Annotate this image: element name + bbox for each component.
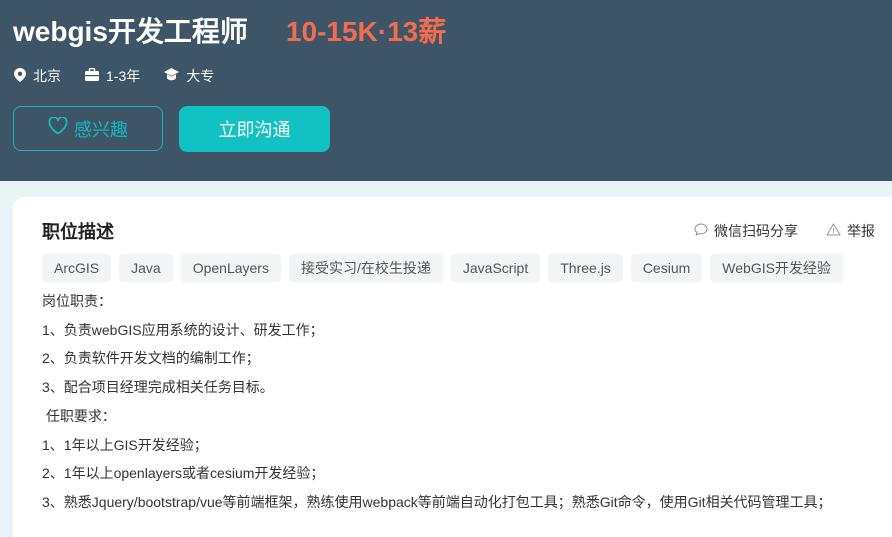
skill-tag: JavaScript bbox=[450, 254, 541, 282]
interest-button[interactable]: 感兴趣 bbox=[13, 106, 163, 151]
meta-degree: 大专 bbox=[164, 66, 214, 86]
card-actions: 微信扫码分享 举报 bbox=[694, 221, 875, 241]
job-meta: 北京 1-3年 大专 bbox=[14, 66, 238, 86]
skill-tag: Three.js bbox=[548, 254, 623, 282]
skill-tag: OpenLayers bbox=[180, 254, 281, 282]
description-line: 任职要求： bbox=[42, 407, 116, 424]
skill-tag: WebGIS开发经验 bbox=[710, 254, 843, 282]
skill-tag: Java bbox=[119, 254, 173, 282]
meta-city: 北京 bbox=[14, 66, 61, 86]
description-line: 3、熟悉Jquery/bootstrap/vue等前端框架，熟练使用webpac… bbox=[42, 493, 832, 510]
chat-now-button-label: 立即沟通 bbox=[218, 120, 291, 140]
meta-city-text: 北京 bbox=[33, 68, 61, 84]
heart-icon bbox=[48, 116, 74, 140]
job-description-text: 岗位职责： 1、负责webGIS应用系统的设计、研发工作； 2、负责软件开发文档… bbox=[42, 287, 862, 517]
report-label: 举报 bbox=[847, 223, 875, 239]
description-line: 2、负责软件开发文档的编制工作； bbox=[42, 350, 260, 367]
chat-bubble-icon bbox=[694, 223, 714, 239]
warning-icon bbox=[826, 223, 847, 239]
meta-degree-text: 大专 bbox=[186, 68, 215, 84]
section-title: 职位描述 bbox=[42, 222, 114, 242]
description-line: 2、1年以上openlayers或者cesium开发经验； bbox=[42, 465, 325, 482]
description-line: 3、配合项目经理完成相关任务目标。 bbox=[42, 379, 274, 396]
description-line: 岗位职责： bbox=[42, 293, 112, 309]
wechat-share-button[interactable]: 微信扫码分享 bbox=[694, 221, 798, 241]
interest-button-label: 感兴趣 bbox=[74, 119, 128, 140]
job-description-card: 职位描述 微信扫码分享 举报 ArcGIS Java OpenLayers 接受… bbox=[13, 197, 892, 537]
meta-experience-text: 1-3年 bbox=[106, 68, 141, 84]
skill-tag: Cesium bbox=[630, 254, 703, 282]
meta-experience: 1-3年 bbox=[85, 66, 140, 86]
skill-tag: 接受实习/在校生投递 bbox=[288, 254, 443, 282]
job-title: webgis开发工程师 bbox=[13, 16, 248, 47]
wechat-share-label: 微信扫码分享 bbox=[714, 223, 798, 239]
title-row: webgis开发工程师 10-15K·13薪 bbox=[13, 10, 446, 50]
report-button[interactable]: 举报 bbox=[826, 221, 875, 241]
salary: 10-15K·13薪 bbox=[285, 16, 447, 47]
chat-now-button[interactable]: 立即沟通 bbox=[179, 106, 330, 152]
skill-tag: ArcGIS bbox=[42, 254, 112, 282]
description-line: 1、负责webGIS应用系统的设计、研发工作； bbox=[42, 321, 324, 338]
description-line: 1、1年以上GIS开发经验； bbox=[42, 436, 208, 453]
graduation-cap-icon bbox=[164, 68, 186, 84]
location-pin-icon bbox=[14, 67, 33, 85]
briefcase-icon bbox=[85, 67, 106, 84]
job-header: webgis开发工程师 10-15K·13薪 北京 1-3年 大专 感兴趣 立即… bbox=[0, 0, 892, 181]
skill-tags: ArcGIS Java OpenLayers 接受实习/在校生投递 JavaSc… bbox=[42, 254, 851, 282]
